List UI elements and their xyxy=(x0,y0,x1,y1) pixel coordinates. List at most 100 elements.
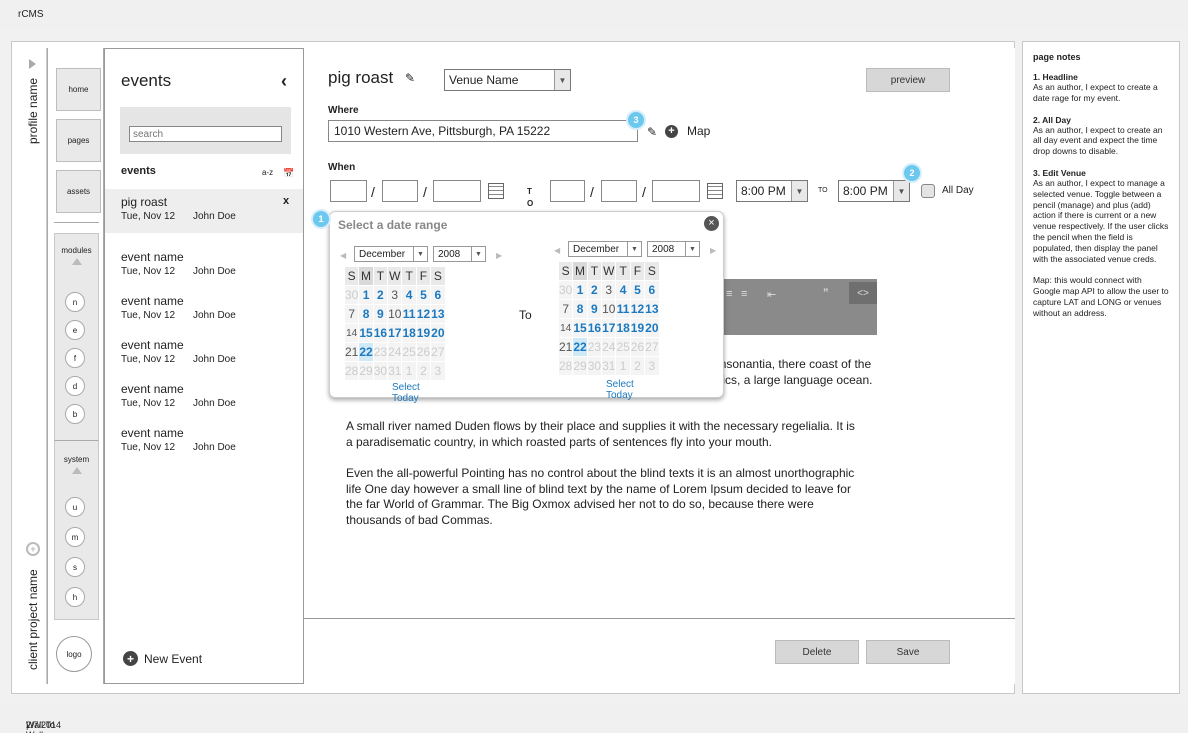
list-item[interactable]: pig roast Tue, Nov 12 John Doe x xyxy=(105,189,303,233)
day-cell[interactable]: 6 xyxy=(644,280,660,300)
day-cell[interactable]: 29 xyxy=(358,361,374,381)
list-icon[interactable]: ≡ xyxy=(741,288,747,300)
all-day-checkbox[interactable] xyxy=(921,184,935,198)
next-month-icon[interactable]: ▶ xyxy=(496,251,502,260)
day-cell[interactable]: 2 xyxy=(372,285,389,305)
module-n[interactable]: n xyxy=(65,292,85,312)
day-cell[interactable]: 13 xyxy=(644,299,660,319)
nav-modules-label[interactable]: modules xyxy=(55,246,98,255)
day-cell[interactable]: 19 xyxy=(629,318,646,338)
quote-icon[interactable]: ” xyxy=(823,287,829,299)
day-cell[interactable]: 31 xyxy=(387,361,403,381)
day-cell[interactable]: 10 xyxy=(601,299,617,319)
day-cell[interactable]: 8 xyxy=(572,299,588,319)
prev-month-icon[interactable]: ◀ xyxy=(340,251,346,260)
day-cell[interactable]: 13 xyxy=(430,304,446,324)
day-cell[interactable]: 15 xyxy=(358,323,374,343)
system-s[interactable]: s xyxy=(65,557,85,577)
zoom-icon[interactable]: + xyxy=(26,542,40,556)
pencil-icon[interactable]: ✎ xyxy=(647,125,657,139)
plus-icon[interactable]: + xyxy=(665,125,678,138)
day-cell[interactable]: 17 xyxy=(601,318,617,338)
day-cell[interactable]: 2 xyxy=(629,356,646,376)
profile-name[interactable]: profile name xyxy=(26,78,40,144)
day-cell[interactable]: 1 xyxy=(358,285,374,305)
end-time-select[interactable]: 8:00 PM ▼ xyxy=(838,180,910,202)
day-cell[interactable]: 2 xyxy=(586,280,603,300)
body-paragraph-3[interactable]: Even the all-powerful Pointing has no co… xyxy=(346,466,861,528)
day-cell[interactable]: 3 xyxy=(387,285,403,305)
day-cell[interactable]: 20 xyxy=(644,318,660,338)
day-cell[interactable]: 5 xyxy=(415,285,432,305)
day-cell[interactable]: 9 xyxy=(372,304,389,324)
day-cell[interactable]: 4 xyxy=(401,285,417,305)
venue-select[interactable]: Venue Name ▼ xyxy=(444,69,571,91)
nav-system-label[interactable]: system xyxy=(55,455,98,464)
day-cell[interactable]: 1 xyxy=(572,280,588,300)
day-cell[interactable]: 10 xyxy=(387,304,403,324)
day-cell[interactable]: 21 xyxy=(557,337,574,357)
prev-month-icon[interactable]: ◀ xyxy=(554,246,560,255)
calendar-icon[interactable] xyxy=(488,183,504,199)
pencil-icon[interactable]: ✎ xyxy=(405,71,415,85)
day-cell[interactable]: 18 xyxy=(401,323,417,343)
end-month-input[interactable] xyxy=(550,180,585,202)
day-cell[interactable]: 27 xyxy=(430,342,446,362)
day-cell[interactable]: 1 xyxy=(401,361,417,381)
day-cell[interactable]: 21 xyxy=(343,342,360,362)
align-justify-icon[interactable]: ≡ xyxy=(726,288,732,300)
day-cell[interactable]: 25 xyxy=(401,342,417,362)
day-cell[interactable]: 27 xyxy=(644,337,660,357)
start-time-select[interactable]: 8:00 PM ▼ xyxy=(736,180,808,202)
day-cell[interactable]: 7 xyxy=(557,299,574,319)
list-item[interactable]: event name Tue, Nov 12 John Doe xyxy=(105,244,303,288)
day-cell[interactable]: 1 xyxy=(615,356,631,376)
module-f[interactable]: f xyxy=(65,348,85,368)
map-link[interactable]: Map xyxy=(687,124,710,138)
select-today-link[interactable]: Select Today xyxy=(606,379,634,401)
remove-event-button[interactable]: x xyxy=(283,195,289,207)
system-m[interactable]: m xyxy=(65,527,85,547)
body-paragraph-2[interactable]: A small river named Duden flows by their… xyxy=(346,419,861,450)
day-cell[interactable]: 12 xyxy=(629,299,646,319)
day-cell-today[interactable]: 22 xyxy=(358,342,374,362)
day-cell[interactable]: 3 xyxy=(601,280,617,300)
system-u[interactable]: u xyxy=(65,497,85,517)
day-cell[interactable]: 11 xyxy=(401,304,417,324)
day-cell[interactable]: 19 xyxy=(415,323,432,343)
day-cell[interactable]: 25 xyxy=(615,337,631,357)
day-cell[interactable]: 28 xyxy=(343,361,360,381)
collapse-up-icon[interactable] xyxy=(71,258,82,265)
day-cell[interactable]: 16 xyxy=(586,318,603,338)
collapse-up-icon[interactable] xyxy=(71,467,82,474)
day-cell[interactable]: 26 xyxy=(629,337,646,357)
day-cell[interactable]: 30 xyxy=(557,280,574,300)
delete-button[interactable]: Delete xyxy=(775,640,859,664)
code-icon[interactable]: <> xyxy=(849,282,877,304)
outdent-icon[interactable]: ⇤ xyxy=(767,288,776,301)
day-cell[interactable]: 14 xyxy=(343,323,360,343)
calendar-icon[interactable] xyxy=(707,183,723,199)
day-cell[interactable]: 2 xyxy=(415,361,432,381)
expand-arrow-icon[interactable] xyxy=(29,59,36,69)
system-h[interactable]: h xyxy=(65,587,85,607)
day-cell[interactable]: 18 xyxy=(615,318,631,338)
day-cell[interactable]: 30 xyxy=(586,356,603,376)
day-cell[interactable]: 8 xyxy=(358,304,374,324)
day-cell[interactable]: 11 xyxy=(615,299,631,319)
month-select[interactable]: December ▼ xyxy=(568,241,642,257)
list-item[interactable]: event name Tue, Nov 12 John Doe xyxy=(105,288,303,332)
day-cell[interactable]: 23 xyxy=(586,337,603,357)
end-day-input[interactable] xyxy=(601,180,637,202)
logo[interactable]: logo xyxy=(56,636,92,672)
year-select[interactable]: 2008 ▼ xyxy=(647,241,700,257)
day-cell[interactable]: 26 xyxy=(415,342,432,362)
client-project-name[interactable]: client project name xyxy=(26,569,40,670)
nav-assets[interactable]: assets xyxy=(56,170,101,213)
day-cell[interactable]: 24 xyxy=(601,337,617,357)
month-select[interactable]: December ▼ xyxy=(354,246,428,262)
day-cell[interactable]: 9 xyxy=(586,299,603,319)
next-month-icon[interactable]: ▶ xyxy=(710,246,716,255)
day-cell[interactable]: 15 xyxy=(572,318,588,338)
day-cell[interactable]: 24 xyxy=(387,342,403,362)
